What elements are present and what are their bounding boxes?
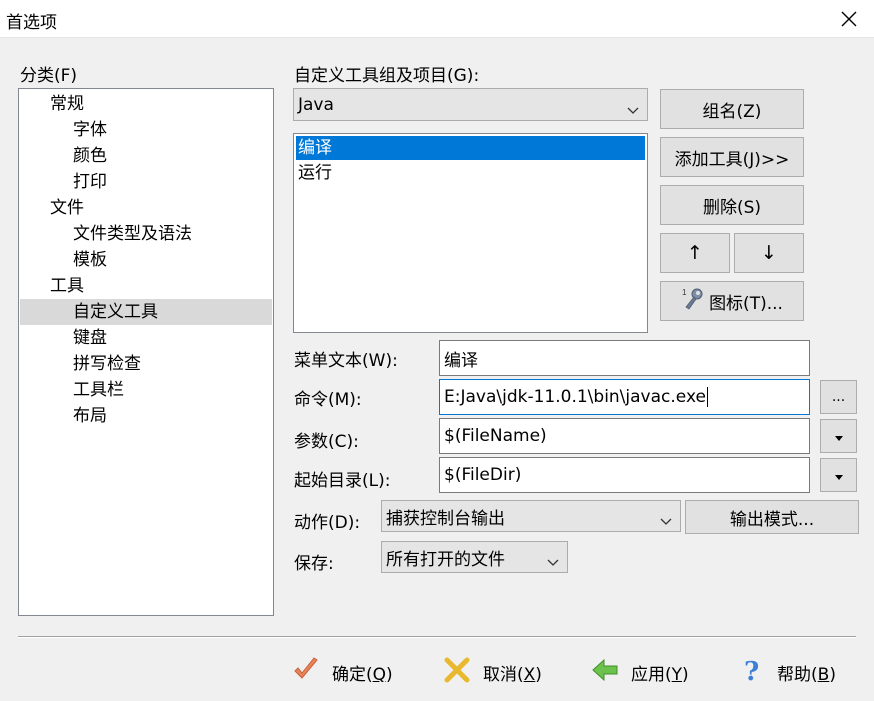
- browse-button[interactable]: ...: [820, 380, 857, 414]
- args-label: 参数(C):: [294, 432, 359, 452]
- ok-label: 确定: [332, 665, 366, 685]
- icon-button[interactable]: 1 图标(T)...: [660, 281, 804, 321]
- chevron-down-icon: [547, 552, 559, 572]
- tree-item[interactable]: 工具: [20, 273, 272, 299]
- apply-key: Y: [671, 665, 683, 685]
- help-button[interactable]: ? 帮助(B): [737, 656, 836, 689]
- cross-icon: [443, 656, 471, 689]
- start-dir-label: 起始目录(L):: [294, 471, 391, 491]
- save-dropdown[interactable]: 所有打开的文件: [381, 541, 568, 573]
- chevron-down-icon: [660, 511, 672, 531]
- icon-button-label: 图标(T)...: [709, 293, 783, 314]
- ok-key: Q: [372, 665, 387, 685]
- tool-list[interactable]: 编译 运行: [293, 133, 648, 333]
- close-icon[interactable]: [836, 6, 862, 32]
- menu-text-label: 菜单文本(W):: [294, 351, 398, 371]
- help-label: 帮助: [777, 665, 811, 685]
- args-menu-button[interactable]: [820, 419, 857, 453]
- tool-list-item[interactable]: 运行: [296, 161, 645, 185]
- svg-text:1: 1: [682, 288, 687, 297]
- cancel-label: 取消: [483, 665, 517, 685]
- tree-item[interactable]: 键盘: [20, 325, 272, 351]
- start-dir-input[interactable]: $(FileDir): [439, 457, 810, 493]
- tree-item[interactable]: 文件类型及语法: [20, 221, 272, 247]
- tree-item[interactable]: 模板: [20, 247, 272, 273]
- apply-label: 应用: [631, 665, 665, 685]
- apply-button[interactable]: 应用(Y): [591, 656, 689, 689]
- wrench-icon: 1: [681, 286, 707, 317]
- output-mode-button[interactable]: 输出模式...: [685, 500, 859, 534]
- delete-button[interactable]: 删除(S): [660, 185, 804, 225]
- save-value: 所有打开的文件: [386, 549, 505, 570]
- cancel-key: X: [523, 665, 536, 685]
- tree-item[interactable]: 文件: [20, 195, 272, 221]
- action-dropdown[interactable]: 捕获控制台输出: [381, 500, 681, 532]
- tree-item[interactable]: 工具栏: [20, 377, 272, 403]
- command-input[interactable]: E:Java\jdk-11.0.1\bin\javac.exe: [439, 379, 810, 415]
- tree-item[interactable]: 字体: [20, 117, 272, 143]
- svg-text:?: ?: [744, 657, 759, 684]
- command-value: E:Java\jdk-11.0.1\bin\javac.exe: [444, 387, 706, 407]
- action-label: 动作(D):: [294, 513, 361, 533]
- tree-item[interactable]: 常规: [20, 91, 272, 117]
- move-up-button[interactable]: ↑: [660, 233, 730, 273]
- arrow-left-icon: [591, 656, 619, 689]
- tree-item[interactable]: 打印: [20, 169, 272, 195]
- save-label: 保存:: [294, 554, 334, 574]
- ok-button[interactable]: 确定(Q): [292, 656, 393, 689]
- dropdown-arrow-icon: [834, 426, 843, 446]
- checkmark-icon: [292, 656, 320, 689]
- tool-list-item[interactable]: 编译: [296, 136, 645, 160]
- args-input[interactable]: $(FileName): [439, 418, 810, 454]
- category-tree: 常规 字体 颜色 打印 文件 文件类型及语法 模板 工具 自定义工具 键盘 拼写检查 工具栏 布局: [18, 88, 274, 616]
- footer-divider-highlight: [18, 637, 856, 638]
- help-key: B: [817, 665, 830, 685]
- add-tool-button[interactable]: 添加工具(J)>>: [660, 137, 804, 177]
- tree-item[interactable]: 拼写检查: [20, 351, 272, 377]
- text-caret: [706, 387, 708, 407]
- title-bar: [0, 0, 874, 38]
- action-value: 捕获控制台输出: [386, 508, 505, 529]
- cancel-button[interactable]: 取消(X): [443, 656, 542, 689]
- categories-label: 分类(F): [20, 66, 78, 86]
- question-mark-icon: ?: [737, 656, 765, 689]
- menu-text-input[interactable]: 编译: [439, 340, 810, 376]
- tool-group-dropdown[interactable]: Java: [293, 88, 648, 121]
- tree-item[interactable]: 自定义工具: [20, 299, 272, 325]
- tree-item[interactable]: 颜色: [20, 143, 272, 169]
- tool-group-value: Java: [298, 94, 334, 115]
- group-name-button[interactable]: 组名(Z): [660, 89, 804, 129]
- start-dir-menu-button[interactable]: [820, 458, 857, 492]
- move-down-button[interactable]: ↓: [734, 233, 804, 273]
- dropdown-arrow-icon: [834, 465, 843, 485]
- chevron-down-icon: [627, 100, 639, 120]
- tool-group-label: 自定义工具组及项目(G):: [294, 66, 480, 86]
- tree-item[interactable]: 布局: [20, 403, 272, 429]
- window-title: 首选项: [6, 13, 57, 33]
- command-label: 命令(M):: [294, 390, 362, 410]
